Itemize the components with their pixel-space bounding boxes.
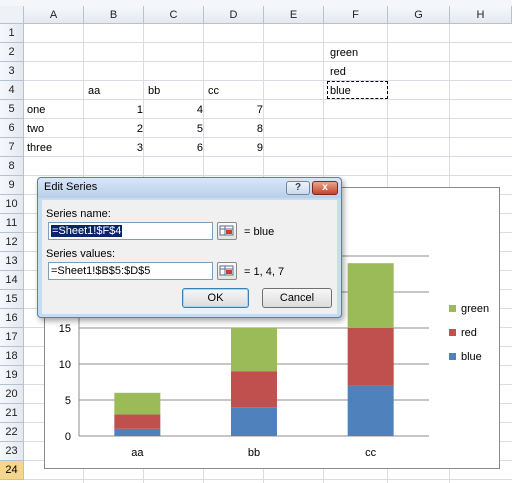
cell-F3[interactable]: red <box>330 63 346 82</box>
gridline <box>24 61 512 62</box>
cell-B7[interactable]: 3 <box>85 139 143 158</box>
edit-series-dialog[interactable]: Edit Series ? x Series name: =Sheet1!$F$… <box>37 177 342 318</box>
range-select-icon[interactable] <box>217 262 237 280</box>
help-button[interactable]: ? <box>286 181 310 195</box>
bar-segment-green-cc <box>347 263 394 328</box>
x-tick-label: aa <box>131 447 144 459</box>
bar-segment-red-cc <box>347 328 394 386</box>
row-header-12[interactable]: 12 <box>0 233 24 252</box>
gridline <box>24 80 512 81</box>
row-header-20[interactable]: 20 <box>0 385 24 404</box>
bar-segment-blue-cc <box>347 385 394 436</box>
spreadsheet[interactable]: ABCDEFGH 1 2 3 4 5 6 7 8 9 10 11 12 13 14 15 16 17 18 19 20… <box>0 0 512 483</box>
row-header-3[interactable]: 3 <box>0 62 24 81</box>
row-header-14[interactable]: 14 <box>0 271 24 290</box>
row-header-7[interactable]: 7 <box>0 138 24 157</box>
close-button[interactable]: x <box>312 181 338 195</box>
cell-C6[interactable]: 5 <box>145 120 203 139</box>
row-header-19[interactable]: 19 <box>0 366 24 385</box>
cell-D6[interactable]: 8 <box>205 120 263 139</box>
gridline <box>24 175 512 176</box>
series-name-value: =Sheet1!$F$4 <box>51 225 123 237</box>
series-name-result: = blue <box>244 226 275 238</box>
bar-segment-green-bb <box>231 328 277 372</box>
legend-label: green <box>461 303 489 315</box>
row-header-10[interactable]: 10 <box>0 195 24 214</box>
x-tick-label: cc <box>365 447 377 459</box>
cell-B5[interactable]: 1 <box>85 101 143 120</box>
gridline <box>24 42 512 43</box>
series-name-label: Series name: <box>46 208 111 220</box>
legend-label: red <box>461 327 477 339</box>
cell-C4[interactable]: bb <box>148 82 160 101</box>
y-tick-label: 5 <box>65 395 71 407</box>
column-header-F[interactable]: F <box>324 6 388 24</box>
cancel-button[interactable]: Cancel <box>262 288 332 308</box>
column-header-E[interactable]: E <box>264 6 324 24</box>
bar-segment-red-bb <box>231 371 277 408</box>
row-header-2[interactable]: 2 <box>0 43 24 62</box>
cell-B4[interactable]: aa <box>88 82 100 101</box>
ok-button[interactable]: OK <box>182 288 249 308</box>
bar-segment-blue-aa <box>114 428 161 436</box>
cell-D7[interactable]: 9 <box>205 139 263 158</box>
y-tick-label: 15 <box>59 323 71 335</box>
series-name-input[interactable]: =Sheet1!$F$4 <box>48 222 213 240</box>
legend-swatch-green <box>449 305 456 312</box>
row-header-18[interactable]: 18 <box>0 347 24 366</box>
cell-B6[interactable]: 2 <box>85 120 143 139</box>
column-header-B[interactable]: B <box>84 6 144 24</box>
legend-swatch-blue <box>449 353 456 360</box>
row-header-15[interactable]: 15 <box>0 290 24 309</box>
row-header-16[interactable]: 16 <box>0 309 24 328</box>
column-header-A[interactable]: A <box>24 6 84 24</box>
copy-marquee <box>327 81 388 99</box>
x-tick-label: bb <box>248 447 260 459</box>
row-header-23[interactable]: 23 <box>0 442 24 461</box>
cell-D4[interactable]: cc <box>208 82 219 101</box>
row-header-17[interactable]: 17 <box>0 328 24 347</box>
column-header-D[interactable]: D <box>204 6 264 24</box>
row-header-24[interactable]: 24 <box>0 461 24 480</box>
column-header-H[interactable]: H <box>450 6 512 24</box>
row-header-9[interactable]: 9 <box>0 176 24 195</box>
cell-A7[interactable]: three <box>27 139 52 158</box>
column-header-G[interactable]: G <box>388 6 450 24</box>
dialog-titlebar[interactable]: Edit Series ? x <box>38 178 341 198</box>
range-select-icon[interactable] <box>217 222 237 240</box>
legend-label: blue <box>461 351 482 363</box>
row-header-4[interactable]: 4 <box>0 81 24 100</box>
series-values-input[interactable]: =Sheet1!$B$5:$D$5 <box>48 262 213 280</box>
legend-swatch-red <box>449 329 456 336</box>
cell-C5[interactable]: 4 <box>145 101 203 120</box>
row-header-22[interactable]: 22 <box>0 423 24 442</box>
bar-segment-green-aa <box>114 392 161 415</box>
row-header-21[interactable]: 21 <box>0 404 24 423</box>
cell-C7[interactable]: 6 <box>145 139 203 158</box>
row-header-1[interactable]: 1 <box>0 24 24 43</box>
cell-F2[interactable]: green <box>330 44 358 63</box>
row-header-13[interactable]: 13 <box>0 252 24 271</box>
y-tick-label: 10 <box>59 359 71 371</box>
row-header-5[interactable]: 5 <box>0 100 24 119</box>
column-header-C[interactable]: C <box>144 6 204 24</box>
gridline <box>24 479 512 480</box>
dialog-body: Series name: =Sheet1!$F$4 = blue Series … <box>42 200 337 314</box>
cell-A6[interactable]: two <box>27 120 44 139</box>
y-tick-label: 0 <box>65 431 71 443</box>
cell-A5[interactable]: one <box>27 101 45 120</box>
row-header-8[interactable]: 8 <box>0 157 24 176</box>
bar-segment-red-aa <box>114 414 161 429</box>
select-all-corner[interactable] <box>0 6 24 24</box>
dialog-title: Edit Series <box>44 181 98 193</box>
row-header-11[interactable]: 11 <box>0 214 24 233</box>
series-values-label: Series values: <box>46 248 116 260</box>
bar-segment-blue-bb <box>231 407 277 436</box>
series-values-result: = 1, 4, 7 <box>244 266 285 278</box>
row-header-6[interactable]: 6 <box>0 119 24 138</box>
cell-D5[interactable]: 7 <box>205 101 263 120</box>
